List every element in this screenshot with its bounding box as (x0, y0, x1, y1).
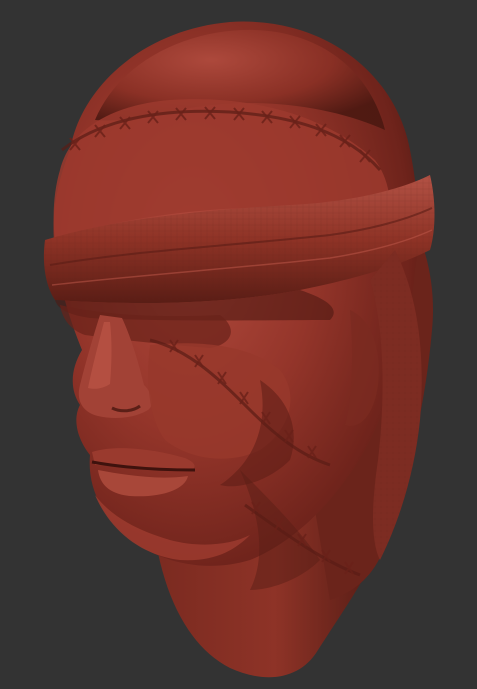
sculpted-head-render (43, 21, 435, 678)
sculpt-viewport[interactable] (0, 0, 477, 689)
